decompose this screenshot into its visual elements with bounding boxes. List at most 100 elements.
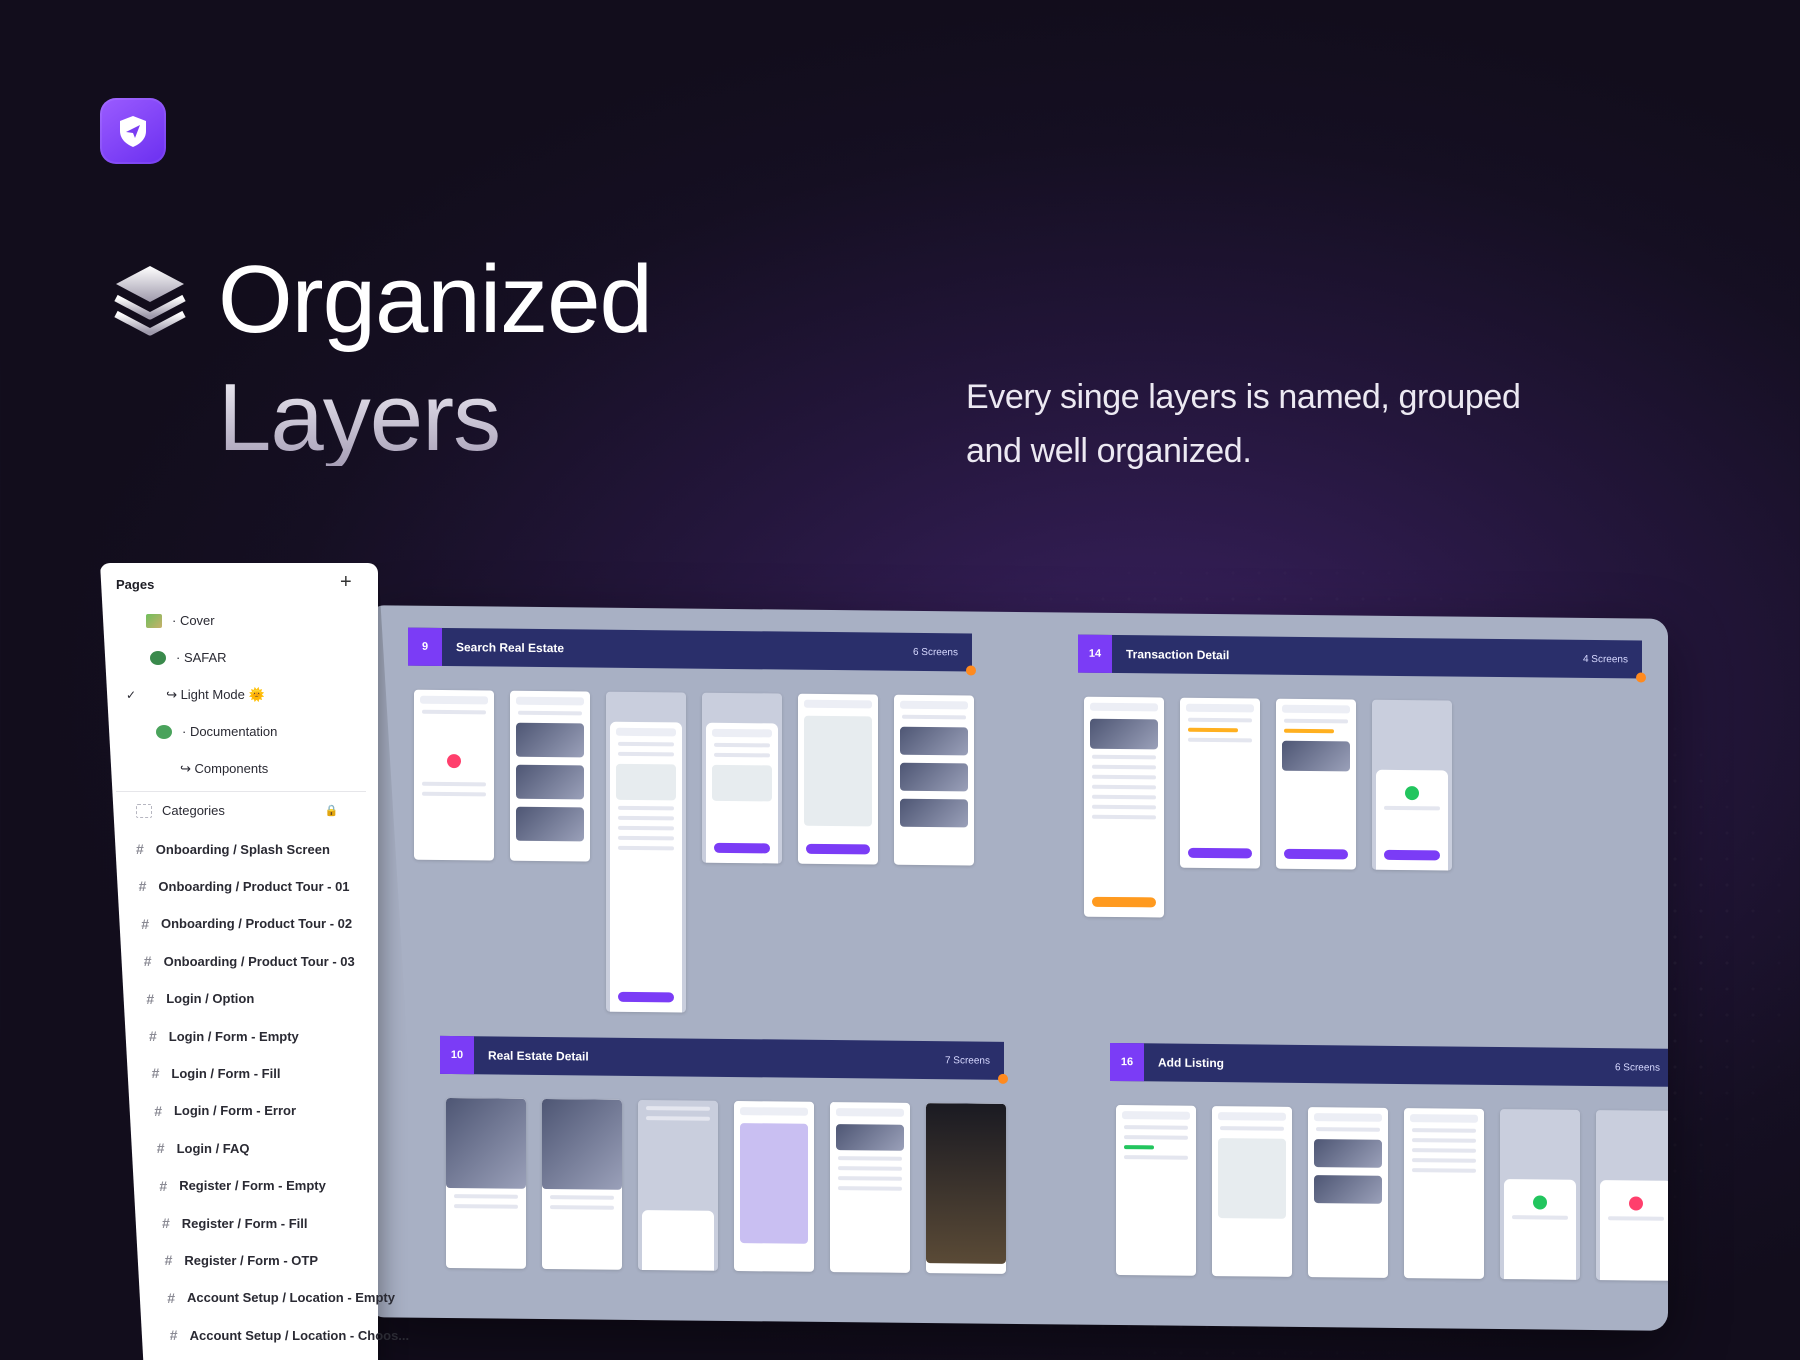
layer-label: Onboarding / Product Tour - 03 [163,953,355,969]
layer-label: Onboarding / Splash Screen [155,841,330,857]
screen-thumbnail[interactable] [1084,696,1164,918]
screen-thumbnail[interactable] [894,694,974,866]
house-icon [150,650,166,665]
layer-label: Login / Form - Empty [168,1028,299,1044]
layer-group-categories[interactable]: Categories 🔒 [136,803,339,818]
screen-thumbnail[interactable] [702,692,782,864]
layer-item[interactable]: # Onboarding / Product Tour - 02 [141,916,352,932]
frame-hash-icon: # [162,1215,170,1231]
layer-label: Account Setup / Location - Choos... [189,1327,410,1343]
layer-label: Login / Form - Error [173,1103,297,1119]
section-header-real-estate-detail[interactable]: 10 Real Estate Detail 7 Screens [440,1035,1008,1084]
frame-hash-icon: # [146,990,155,1007]
screen-thumbnail[interactable] [734,1101,814,1272]
screen-thumbnail[interactable] [798,693,878,865]
section-screen-count: 6 Screens [912,646,958,658]
page-item-components[interactable]: ↪ Components [180,761,268,777]
section-name: Search Real Estate [456,640,565,656]
layer-item[interactable]: # Register / Form - Fill [162,1215,307,1231]
layer-label: Categories [162,803,225,818]
section-name: Transaction Detail [1126,647,1230,663]
screen-thumbnail[interactable] [926,1103,1006,1274]
layer-item[interactable]: # Onboarding / Product Tour - 03 [144,953,355,969]
section-header-transaction-detail[interactable]: 14 Transaction Detail 4 Screens [1078,634,1646,683]
screen-thumbnail[interactable] [830,1102,910,1273]
frame-hash-icon: # [151,1065,160,1082]
layers-stack-icon [114,266,186,336]
divider [116,791,366,792]
section-header-add-listing[interactable]: 16 Add Listing 6 Screens [1110,1042,1668,1087]
page-item-documentation[interactable]: · Documentation [156,724,277,739]
page-item-light-mode[interactable]: ✓ ↪ Light Mode 🌞 [126,687,265,703]
screen-thumbnail[interactable] [1212,1106,1292,1277]
frame-hash-icon: # [136,841,144,857]
screen-thumbnail[interactable] [638,1100,718,1271]
screen-thumbnail[interactable] [1372,699,1452,871]
screen-thumbnail[interactable] [1276,698,1356,870]
layer-item[interactable]: # Login / Form - Fill [152,1065,281,1081]
section-number: 16 [1110,1042,1144,1082]
layer-item[interactable]: # Register / Form - Empty [159,1178,325,1194]
section-number: 9 [408,627,442,666]
page-item-safar[interactable]: · SAFAR [150,650,227,665]
pages-panel: Pages + · Cover · SAFAR ✓ ↪ Light Mode 🌞… [100,563,409,1360]
screen-thumbnail[interactable] [446,1097,526,1269]
pages-title: Pages [116,577,155,592]
status-dot [966,665,976,676]
layer-item[interactable]: # Login / Form - Error [154,1103,296,1119]
layer-label: Login / Option [166,991,255,1007]
layer-label: Register / Form - Fill [181,1215,308,1231]
layer-label: Register / Form - OTP [184,1252,319,1268]
layer-item[interactable]: # Onboarding / Product Tour - 01 [139,878,350,894]
screen-thumbnail[interactable] [606,691,686,1013]
screen-thumbnail[interactable] [1308,1107,1388,1278]
layer-label: Onboarding / Product Tour - 01 [158,878,350,894]
layer-label: Login / Form - Fill [171,1065,281,1081]
frame-hash-icon: # [149,1028,157,1044]
frame-hash-icon: # [164,1252,173,1269]
section-screen-count: 6 Screens [1614,1061,1660,1074]
layer-item[interactable]: # Login / Form - Empty [149,1028,299,1044]
layer-label: Register / Form - Empty [179,1178,326,1194]
layer-item[interactable]: # Login / Option [146,991,254,1007]
screen-thumbnail[interactable] [510,690,590,862]
screen-thumbnail[interactable] [1500,1109,1580,1280]
page-item-cover[interactable]: · Cover [146,613,215,628]
hero-title-line1: Organized [218,246,653,353]
frame-hash-icon: # [159,1177,168,1194]
clover-icon [156,724,172,739]
lock-icon[interactable]: 🔒 [325,804,339,817]
screen-thumbnail[interactable] [1404,1108,1484,1279]
status-dot [998,1073,1008,1084]
section-name: Add Listing [1158,1055,1224,1071]
screen-thumbnail[interactable] [1180,697,1260,869]
layer-item[interactable]: # Onboarding / Splash Screen [136,841,330,857]
frame-hash-icon: # [169,1327,178,1344]
shield-plane-icon [120,116,146,147]
layer-item[interactable]: # Register / Form - OTP [165,1252,318,1268]
frame-hash-icon: # [156,1140,165,1157]
status-dot [1636,672,1646,683]
section-number: 10 [440,1035,474,1075]
section-header-search-real-estate[interactable]: 9 Search Real Estate 6 Screens [408,627,976,676]
layer-label: Login / FAQ [176,1140,250,1156]
design-canvas[interactable]: 9 Search Real Estate 6 Screens 14 Transa… [370,605,1668,1331]
layer-item[interactable]: # Account Setup / Location - Choos... [170,1327,409,1343]
page-label: ↪ Components [180,761,269,776]
layer-item[interactable]: # Account Setup / Location - Empty [167,1290,395,1306]
frame-hash-icon: # [143,953,152,970]
page-label: · Documentation [182,724,278,739]
screen-thumbnail[interactable] [414,689,494,861]
hero-tagline: Every singe layers is named, grouped and… [966,378,1521,470]
hero-title-line2: Layers [218,364,501,471]
section-name: Real Estate Detail [488,1048,589,1064]
screen-thumbnail[interactable] [1596,1110,1668,1281]
screen-thumbnail[interactable] [542,1099,622,1270]
section-screen-count: 4 Screens [1582,653,1628,665]
screen-thumbnail[interactable] [1116,1105,1196,1276]
add-page-button[interactable]: + [340,571,352,594]
layer-label: Onboarding / Product Tour - 02 [160,916,353,932]
layer-label: Account Setup / Location - Empty [186,1290,395,1306]
layer-item[interactable]: # Login / FAQ [157,1140,250,1156]
page-label: · Cover [172,613,215,628]
